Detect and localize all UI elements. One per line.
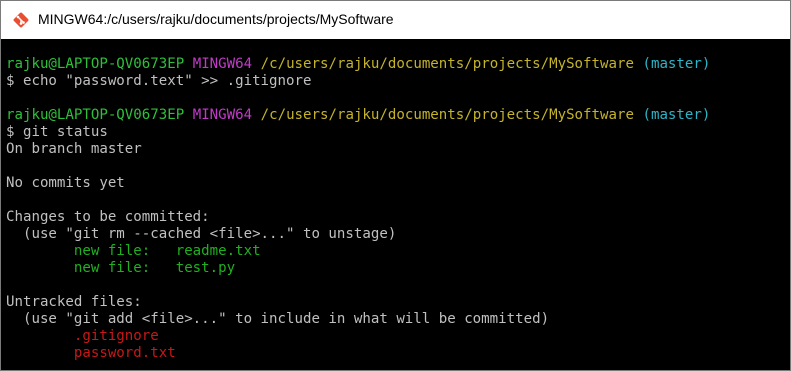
on-branch-text: On branch master <box>6 141 142 157</box>
prompt-path: /c/users/rajku/documents/projects/MySoft… <box>260 107 634 123</box>
staged-header: Changes to be committed: <box>6 209 210 225</box>
prompt-line: rajku@LAPTOP-QV0673EP MINGW64 /c/users/r… <box>6 107 790 124</box>
prompt-user-host: rajku@LAPTOP-QV0673EP <box>6 56 185 72</box>
command-git-status: $ git status <box>6 124 108 140</box>
terminal-window: MINGW64:/c/users/rajku/documents/project… <box>0 0 791 371</box>
terminal-output[interactable]: rajku@LAPTOP-QV0673EP MINGW64 /c/users/r… <box>1 56 790 370</box>
command-echo: $ echo "password.text" >> .gitignore <box>6 73 312 89</box>
prompt-system: MINGW64 <box>192 107 253 123</box>
prompt-branch: (master) <box>642 107 711 123</box>
untracked-file: .gitignore <box>6 328 159 344</box>
staged-hint: (use "git rm --cached <file>..." to unst… <box>6 226 397 242</box>
prompt-user-host: rajku@LAPTOP-QV0673EP <box>6 107 185 123</box>
untracked-hint: (use "git add <file>..." to include in w… <box>6 311 550 327</box>
git-logo-icon <box>13 12 29 28</box>
prompt-branch: (master) <box>642 56 711 72</box>
untracked-file: password.txt <box>6 345 176 361</box>
prompt-path: /c/users/rajku/documents/projects/MySoft… <box>260 56 634 72</box>
no-commits-text: No commits yet <box>6 175 125 191</box>
untracked-header: Untracked files: <box>6 294 142 310</box>
staged-file: new file: test.py <box>6 260 236 276</box>
prompt-system: MINGW64 <box>192 56 253 72</box>
staged-file: new file: readme.txt <box>6 243 261 259</box>
title-bar[interactable]: MINGW64:/c/users/rajku/documents/project… <box>1 1 790 39</box>
prompt-line: rajku@LAPTOP-QV0673EP MINGW64 /c/users/r… <box>6 56 790 73</box>
window-title: MINGW64:/c/users/rajku/documents/project… <box>38 11 394 27</box>
